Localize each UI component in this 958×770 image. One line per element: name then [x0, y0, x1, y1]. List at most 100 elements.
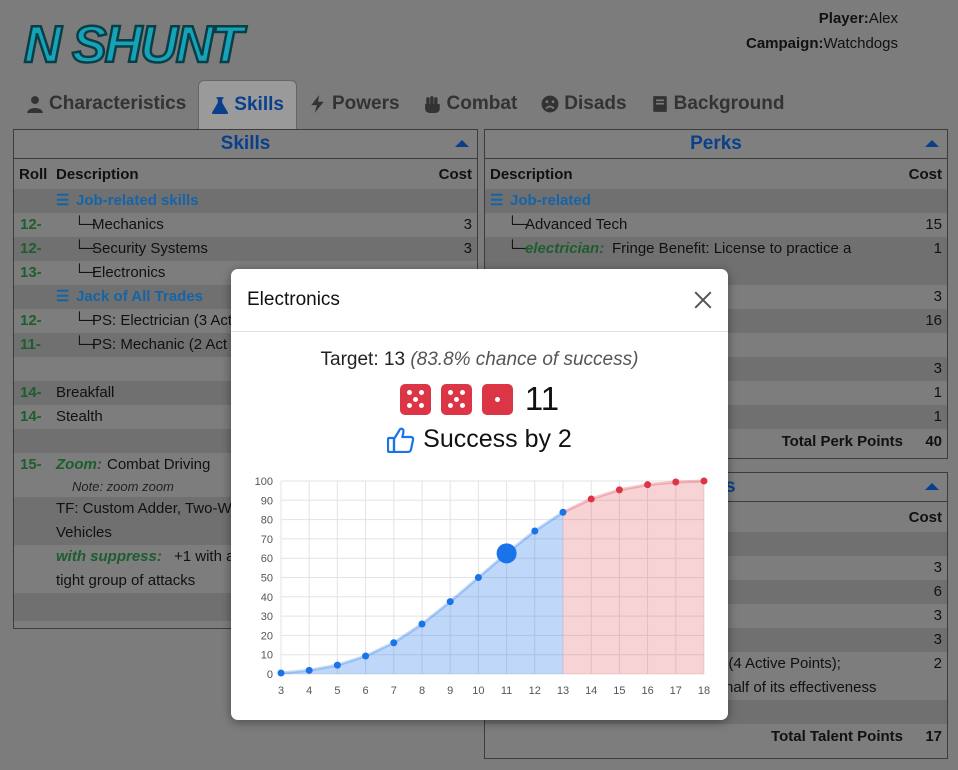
perk-cost: 16 — [925, 312, 942, 329]
die-pip — [460, 390, 466, 396]
book-icon — [652, 96, 667, 112]
perk-name: Advanced Tech — [525, 216, 628, 233]
x-tick-label: 3 — [278, 685, 284, 697]
data-point — [333, 661, 341, 669]
die-icon — [399, 383, 431, 415]
x-tick-label: 18 — [698, 685, 710, 697]
campaign-name: Watchdogs — [823, 35, 898, 52]
y-tick-label: 90 — [261, 495, 273, 507]
skill-roll: 12- — [20, 312, 42, 329]
result-line: Success by 2 — [231, 425, 728, 454]
talent-cost: 2 — [933, 655, 942, 672]
skill-name: Combat Driving — [107, 456, 211, 473]
panel-title: Perks — [690, 133, 742, 154]
col-description: Description — [56, 166, 139, 183]
talent-cost: 3 — [933, 559, 942, 576]
tab-label: Disads — [564, 93, 627, 114]
tab-disads[interactable]: Disads — [529, 80, 638, 128]
tab-label: Characteristics — [49, 93, 187, 114]
chance-text: (83.8% chance of success) — [410, 349, 639, 370]
modal-header: Electronics — [231, 269, 728, 332]
collapse-caret-icon[interactable] — [925, 483, 939, 490]
data-point — [644, 481, 652, 489]
panel-title: Skills — [220, 133, 271, 154]
target-label: Target: — [320, 349, 379, 370]
data-point — [474, 574, 482, 581]
tab-powers[interactable]: Powers — [297, 80, 412, 128]
talent-cost: 3 — [933, 631, 942, 648]
data-point — [418, 620, 426, 628]
target-line: Target: 13 (83.8% chance of success) — [231, 349, 728, 371]
skill-desc: TF: Custom Adder, Two-W — [56, 500, 232, 517]
y-tick-label: 60 — [261, 553, 273, 565]
player-label: Player: — [818, 10, 869, 27]
x-tick-label: 7 — [391, 685, 397, 697]
total-talent-label: Total Talent Points — [771, 728, 903, 745]
tab-background[interactable]: Background — [639, 80, 797, 128]
group-name: Job-related — [510, 192, 591, 209]
data-point — [305, 666, 313, 674]
table-row[interactable]: 12- └─ Security Systems 3 — [14, 237, 477, 261]
total-talent-value: 17 — [925, 728, 942, 745]
table-row[interactable]: └─ electrician: Fringe Benefit: License … — [485, 237, 947, 261]
total-row: Total Talent Points 17 — [485, 724, 947, 750]
table-row[interactable]: ☰ Job-related skills — [14, 189, 477, 213]
skill-name: Security Systems — [92, 240, 208, 257]
die-pip — [453, 396, 459, 402]
die-icon — [440, 383, 472, 415]
x-tick-label: 11 — [501, 685, 512, 697]
perk-name: Fringe Benefit: License to practice a — [612, 240, 852, 257]
total-perk-label: Total Perk Points — [781, 433, 903, 450]
col-description: Description — [490, 166, 573, 183]
y-tick-label: 50 — [261, 573, 273, 585]
die-pip — [419, 402, 425, 408]
die-pip — [460, 402, 466, 408]
skill-desc: tight group of attacks — [56, 572, 196, 589]
success-chart-svg: 0 10 20 30 40 50 60 70 80 90 100 3 4 5 6 7 8 9 10 11 12 13 14 1… — [255, 476, 710, 697]
close-icon[interactable] — [692, 289, 714, 311]
tab-skills[interactable]: Skills — [198, 80, 297, 129]
roll-marker-point — [496, 543, 517, 564]
die-pip — [447, 390, 453, 396]
tab-label: Combat — [446, 93, 518, 114]
skill-name: Breakfall — [56, 384, 115, 401]
skill-roll: 12- — [20, 216, 42, 233]
tab-combat[interactable]: Combat — [412, 80, 530, 128]
x-tick-label: 6 — [363, 685, 369, 697]
dice-total: 11 — [524, 380, 560, 417]
group-name: Job-related skills — [76, 192, 199, 209]
tab-characteristics[interactable]: Characteristics — [14, 80, 198, 128]
x-tick-label: 8 — [419, 685, 425, 697]
data-point — [277, 669, 285, 677]
modal-title: Electronics — [247, 289, 340, 310]
player-name: Alex — [868, 10, 898, 27]
target-value: 13 — [383, 349, 406, 370]
frown-icon — [541, 95, 559, 113]
tab-label: Skills — [234, 94, 284, 115]
skill-name: PS: Electrician (3 Act — [92, 312, 233, 329]
fist-icon — [424, 96, 440, 113]
skill-roll: 14- — [20, 384, 42, 401]
tab-label: Powers — [331, 93, 400, 114]
flask-icon — [212, 97, 229, 114]
player-info: Player:Alex Campaign:Watchdogs — [746, 6, 898, 56]
y-tick-label: 10 — [261, 650, 273, 662]
failure-area — [563, 481, 704, 674]
table-row[interactable]: ☰ Job-related — [485, 189, 947, 213]
collapse-caret-icon[interactable] — [925, 140, 939, 147]
skill-desc: Vehicles — [56, 524, 112, 541]
skill-cost: 3 — [463, 216, 472, 233]
perk-cost: 3 — [933, 360, 942, 377]
col-cost: Cost — [908, 166, 942, 183]
x-tick-label: 15 — [613, 685, 625, 697]
list-icon: ☰ — [56, 288, 70, 305]
y-tick-label: 70 — [261, 534, 273, 546]
collapse-caret-icon[interactable] — [455, 140, 469, 147]
table-row[interactable]: └─ Advanced Tech 15 — [485, 213, 947, 237]
perk-cost: 1 — [933, 408, 942, 425]
perk-cost: 15 — [925, 216, 942, 233]
skill-note: Note: zoom zoom — [72, 479, 174, 494]
y-tick-label: 40 — [261, 592, 273, 604]
x-tick-label: 12 — [529, 685, 541, 697]
table-row[interactable]: 12- └─ Mechanics 3 — [14, 213, 477, 237]
